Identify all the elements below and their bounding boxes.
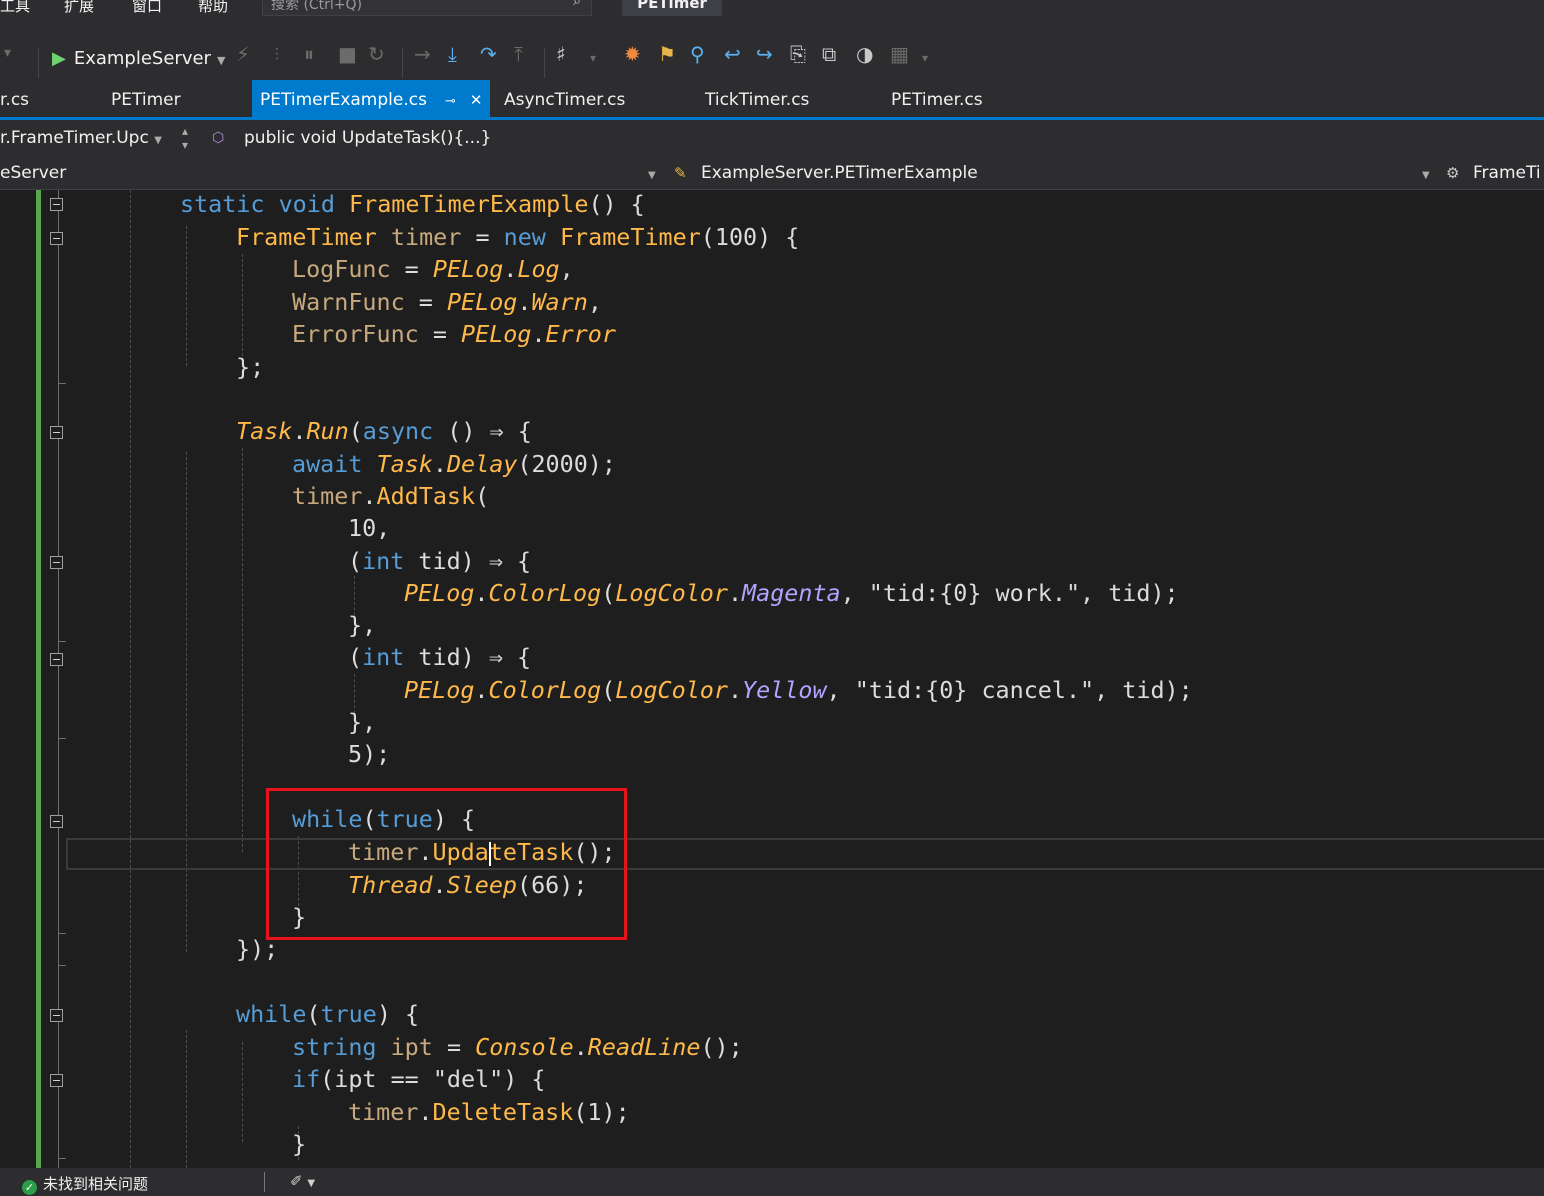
hot-reload-icon[interactable]: ⚡	[236, 41, 250, 67]
code-line-27: }	[292, 1130, 307, 1158]
member-dropdown[interactable]: public void UpdateTask(){...}	[244, 120, 491, 156]
document-tab-bar: r.cs PETimer PETimerExample.cs ⊸ ✕ AsyncTi…	[0, 80, 1544, 120]
member2-dropdown[interactable]: FrameTi	[1473, 156, 1541, 190]
show-next-statement-icon[interactable]: →	[414, 41, 431, 67]
chevron-down-icon: ▼	[216, 54, 226, 67]
overflow-icon-2[interactable]: ▾	[590, 45, 596, 71]
start-debugging-button[interactable]: ▶ ExampleServer ▼	[52, 48, 225, 69]
debug-toolbar: ▾ ▶ ExampleServer ▼ ⚡ ⋮ ⏸ ■ ↻ → ⤓ ↷ ⤒ ♯ ▾ …	[0, 18, 1544, 80]
code-line-2: FrameTimer timer = new FrameTimer(100) {	[236, 223, 800, 251]
collapse-icon[interactable]	[50, 653, 63, 666]
code-editor[interactable]: static void FrameTimerExample() { FrameT…	[0, 190, 1544, 1168]
exception-settings-icon[interactable]: ✹	[624, 41, 641, 67]
code-line-1: static void FrameTimerExample() {	[180, 190, 645, 218]
format-icon[interactable]: ▦	[890, 41, 909, 67]
menu-tools[interactable]: 工具	[0, 0, 30, 16]
class-icon: ✎	[674, 164, 687, 182]
tab-petimer-cs[interactable]: PETimer.cs	[891, 80, 983, 117]
chevron-down-icon: ▼	[154, 135, 162, 146]
code-line-25: if(ipt == "del") {	[292, 1065, 546, 1093]
collapse-icon[interactable]	[50, 232, 63, 245]
stop-icon[interactable]: ■	[338, 41, 357, 67]
member-icon: ⚙	[1446, 164, 1460, 182]
navigate-back-icon[interactable]: ↩	[724, 41, 741, 67]
code-line-13: },	[348, 611, 377, 639]
menu-extensions[interactable]: 扩展	[64, 0, 94, 16]
collapse-icon[interactable]	[50, 426, 63, 439]
code-line-4: WarnFunc = PELog.Warn,	[292, 288, 602, 316]
annotation-highlight-box	[266, 788, 627, 940]
copy-icon[interactable]: ⧉	[822, 41, 836, 67]
comment-icon[interactable]: ◑	[856, 41, 873, 67]
quick-find-icon[interactable]: ⚲	[690, 41, 705, 67]
change-tracking-bar	[36, 190, 41, 1168]
status-bar: ✓ 未找到相关问题 ✐ ▼	[0, 1168, 1544, 1196]
scroll-updown-icon[interactable]: ▴ ▾	[182, 124, 188, 152]
code-line-8: await Task.Delay(2000);	[292, 450, 616, 478]
code-line-12: PELog.ColorLog(LogColor.Magenta, "tid:{0…	[404, 579, 1179, 607]
collapse-icon[interactable]	[50, 815, 63, 828]
chevron-down-icon[interactable]: ▼	[1422, 156, 1430, 193]
chevron-down-icon[interactable]: ▼	[648, 156, 656, 193]
code-line-23: while(true) {	[236, 1000, 420, 1028]
tab-petimerexample-cs[interactable]: PETimerExample.cs ⊸ ✕	[252, 80, 491, 117]
member-navigation-bar: r.FrameTimer.Upc ▼ ▴ ▾ ⬡ public void Upda…	[0, 120, 1544, 156]
code-line-26: timer.DeleteTask(1);	[348, 1098, 630, 1126]
bookmark-icon[interactable]: ⎘	[790, 41, 806, 67]
play-icon: ▶	[52, 48, 66, 69]
menu-bar: 工具 扩展 窗口 帮助 搜索 (Ctrl+Q) ⌕ PETimer	[0, 0, 1544, 18]
brush-icon[interactable]: ✐ ▼	[290, 1172, 315, 1190]
pause-icon[interactable]: ⏸	[304, 41, 314, 67]
collapse-icon[interactable]	[50, 198, 63, 211]
method-icon: ⬡	[212, 130, 225, 146]
code-line-6: };	[236, 353, 265, 381]
code-line-3: LogFunc = PELog.Log,	[292, 255, 574, 283]
menu-help[interactable]: 帮助	[198, 0, 228, 16]
collapse-icon[interactable]	[50, 1074, 63, 1087]
window-title: PETimer	[622, 0, 722, 16]
scope-dropdown[interactable]: r.FrameTimer.Upc ▼	[0, 120, 162, 159]
code-line-11: (int tid) ⇒ {	[348, 547, 532, 575]
type-dropdown[interactable]: ExampleServer.PETimerExample	[701, 156, 978, 190]
search-icon: ⌕	[573, 0, 581, 9]
check-circle-icon: ✓	[22, 1180, 37, 1195]
code-line-16: },	[348, 708, 377, 736]
restart-icon[interactable]: ↻	[368, 41, 385, 67]
issues-indicator[interactable]: ✓ 未找到相关问题	[22, 1173, 148, 1195]
tab-asynctimer-cs[interactable]: AsyncTimer.cs	[504, 80, 625, 117]
type-navigation-bar: eServer ▼ ✎ ExampleServer.PETimerExample…	[0, 156, 1544, 190]
code-line-17: 5);	[348, 740, 391, 768]
close-icon[interactable]: ✕	[470, 91, 483, 109]
search-input[interactable]: 搜索 (Ctrl+Q) ⌕	[262, 0, 592, 16]
code-line-24: string ipt = Console.ReadLine();	[292, 1033, 743, 1061]
menu-window[interactable]: 窗口	[132, 0, 162, 16]
code-line-10: 10,	[348, 514, 391, 542]
code-line-9: timer.AddTask(	[292, 482, 490, 510]
tab-frametimer-cs[interactable]: r.cs	[0, 80, 29, 117]
overflow-icon-3[interactable]: ▾	[922, 45, 928, 71]
search-placeholder: 搜索 (Ctrl+Q)	[271, 0, 363, 13]
find-icon[interactable]: ⚑	[658, 41, 676, 67]
run-target-label: ExampleServer	[73, 48, 211, 69]
tab-ticktimer-cs[interactable]: TickTimer.cs	[705, 80, 809, 117]
step-out-icon[interactable]: ⤒	[514, 41, 523, 67]
navigate-forward-icon[interactable]: ↪	[756, 41, 773, 67]
code-line-14: (int tid) ⇒ {	[348, 643, 532, 671]
thread-icon[interactable]: ♯	[556, 41, 566, 67]
code-line-7: Task.Run(async () ⇒ {	[236, 417, 532, 445]
code-line-15: PELog.ColorLog(LogColor.Yellow, "tid:{0}…	[404, 676, 1193, 704]
collapse-icon[interactable]	[50, 1009, 63, 1022]
issues-status-text: 未找到相关问题	[43, 1175, 149, 1193]
step-over-icon[interactable]: ↷	[480, 41, 497, 67]
overflow-icon[interactable]: ⋮	[270, 41, 284, 67]
step-into-icon[interactable]: ⤓	[448, 41, 457, 67]
code-line-5: ErrorFunc = PELog.Error	[292, 320, 616, 348]
config-dropdown-icon[interactable]: ▾	[4, 40, 11, 66]
tab-petimer[interactable]: PETimer	[111, 80, 181, 117]
project-dropdown[interactable]: eServer	[0, 156, 66, 190]
pin-icon[interactable]: ⊸	[445, 94, 456, 109]
collapse-icon[interactable]	[50, 556, 63, 569]
